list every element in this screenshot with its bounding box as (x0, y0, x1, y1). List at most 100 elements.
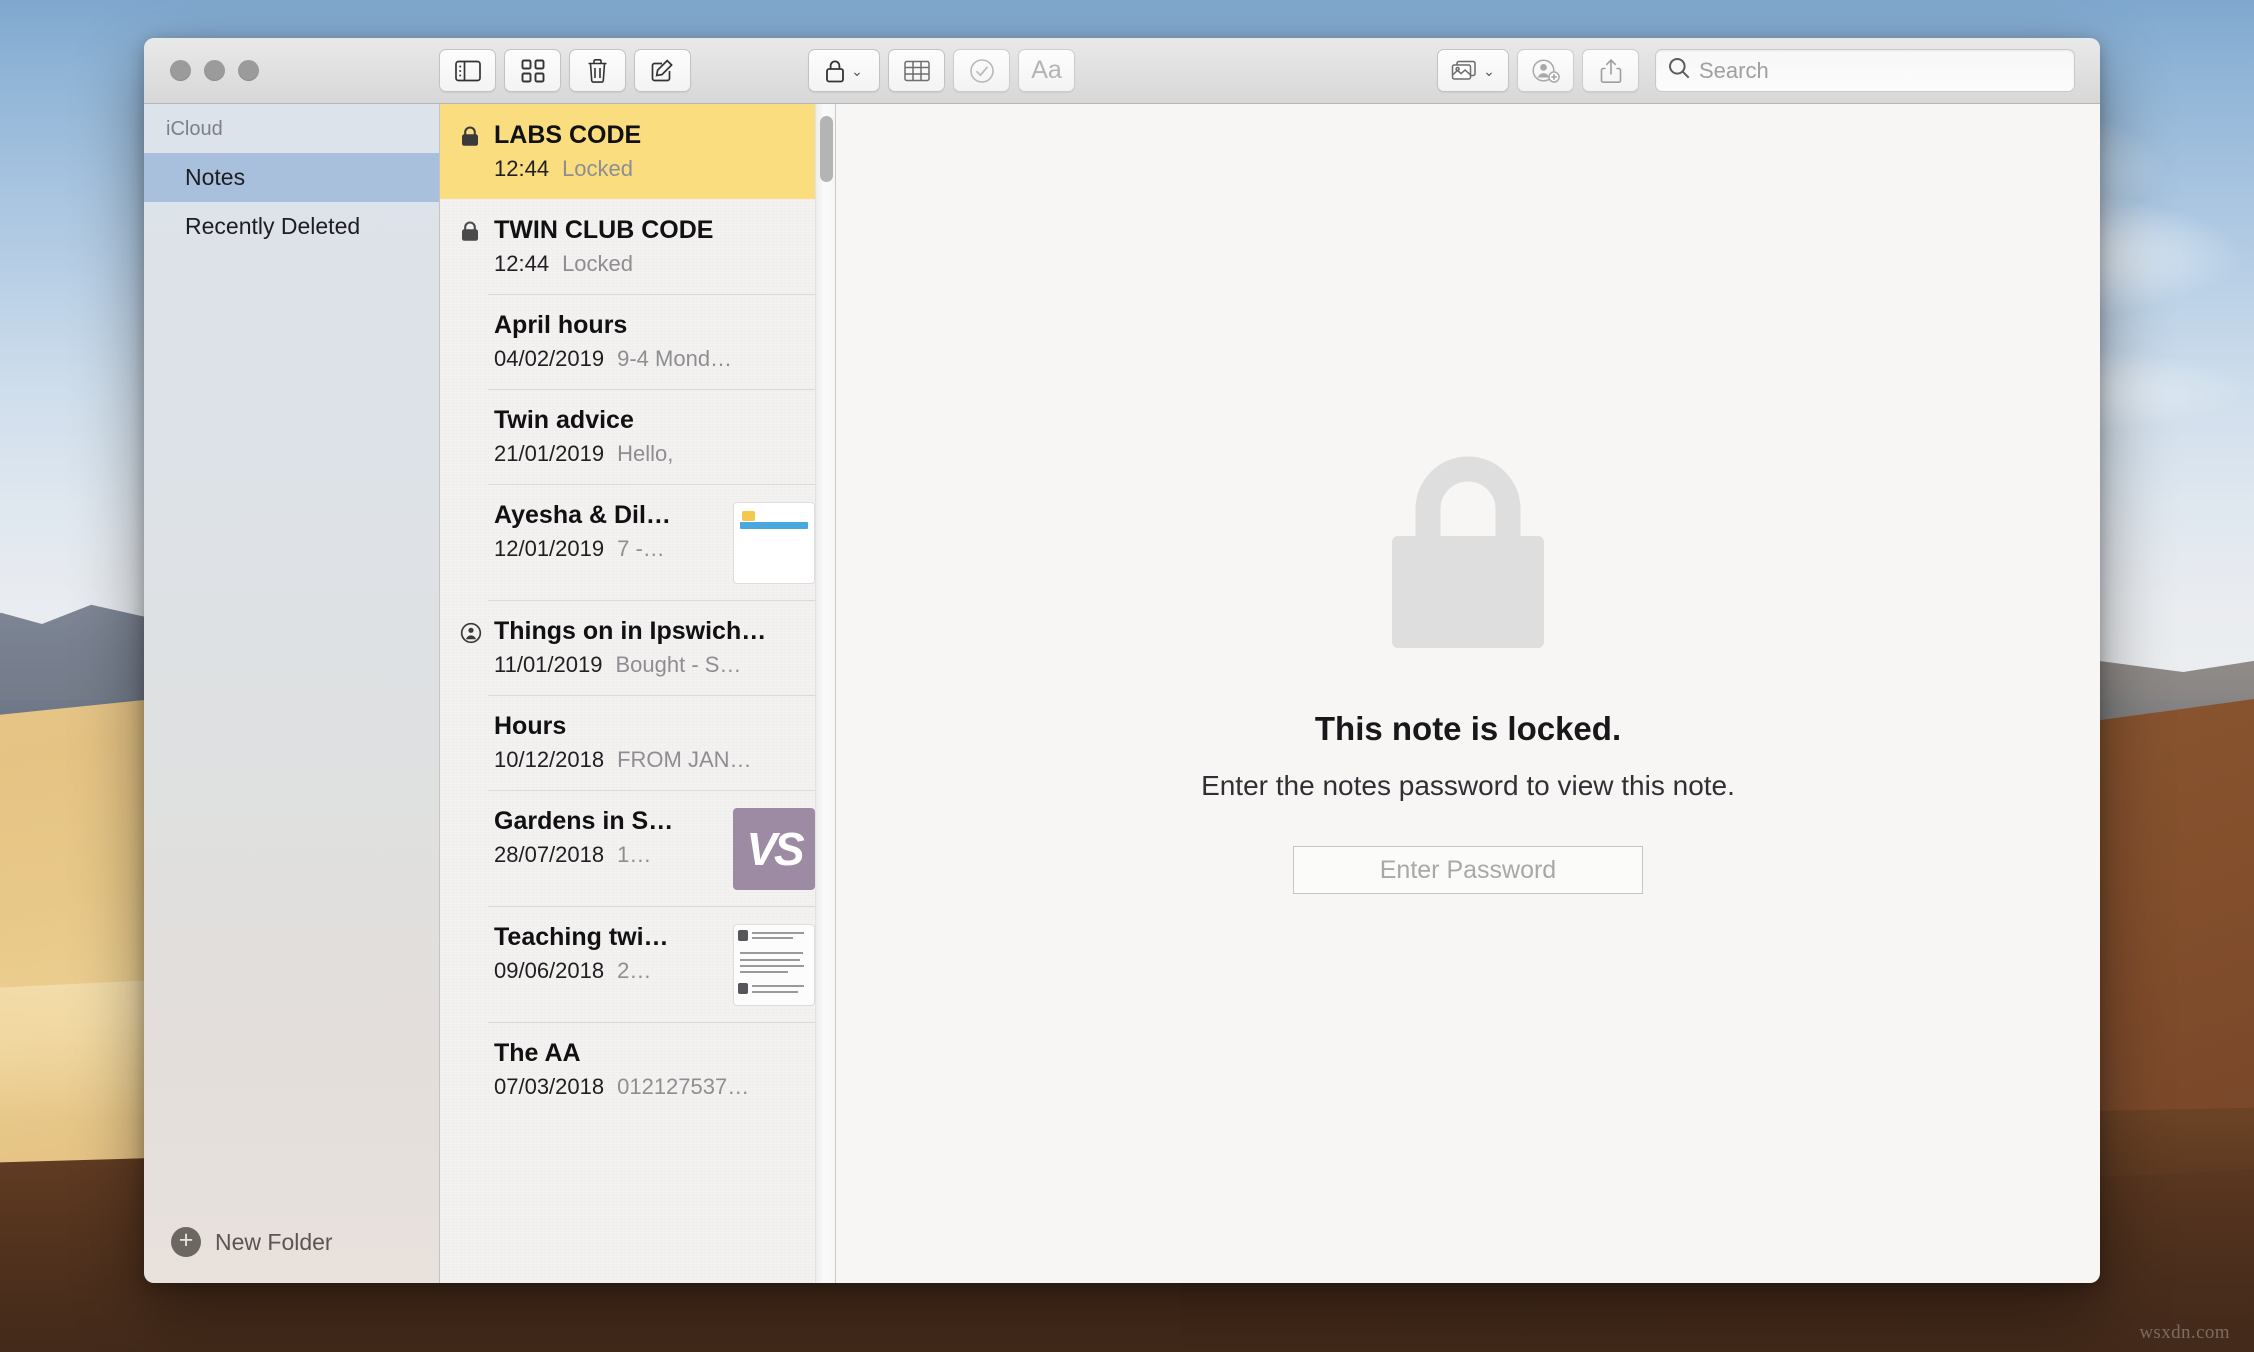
note-meta: 12:44 Locked (494, 251, 815, 277)
password-input[interactable]: Enter Password (1292, 846, 1643, 894)
note-date: 11/01/2019 (494, 651, 603, 677)
media-button[interactable]: ⌄ (1437, 49, 1509, 92)
search-placeholder: Search (1699, 57, 1769, 83)
note-meta: 12:44 Locked (494, 156, 815, 182)
note-list-item[interactable]: Ayesha & Dil… 12/01/2019 7 -… (440, 484, 835, 600)
note-date: 10/12/2018 (494, 746, 605, 772)
note-text: April hours 04/02/2019 9-4 Mond… (494, 310, 815, 372)
note-icon-none (460, 711, 494, 717)
lock-icon (825, 59, 845, 83)
note-snippet: Bought - S… (615, 651, 742, 677)
note-thumbnail (733, 502, 815, 584)
minimize-button[interactable] (204, 60, 225, 81)
desktop: wsxdn.com ⌄ Aa ⌄ Search iCloud Notes Rec… (0, 0, 2254, 1352)
note-title: Teaching twi… (494, 923, 669, 951)
lock-large-icon (1201, 453, 1735, 658)
table-icon (903, 60, 930, 82)
toolbar-group-edit: ⌄ Aa (808, 49, 1075, 92)
note-meta: 11/01/2019 Bought - S… (494, 652, 815, 678)
note-list-item[interactable]: TWIN CLUB CODE 12:44 Locked (440, 199, 835, 294)
note-icon-none (460, 806, 494, 812)
trash-icon (586, 58, 609, 84)
note-text: The AA 07/03/2018 012127537… (494, 1038, 815, 1100)
note-list-scrollbar[interactable] (815, 104, 835, 1283)
new-folder-button[interactable]: + New Folder (144, 1227, 439, 1283)
watermark: wsxdn.com (2139, 1322, 2230, 1343)
note-list-item[interactable]: Teaching twi… 09/06/2018 2… (440, 906, 835, 1022)
sidebar-toggle-icon (454, 60, 481, 82)
note-list-item[interactable]: Things on in Ipswich… 11/01/2019 Bought -… (440, 600, 835, 695)
password-placeholder: Enter Password (1379, 855, 1557, 884)
window-body: iCloud Notes Recently Deleted + New Fold… (144, 104, 2100, 1283)
note-meta: 10/12/2018 FROM JAN… (494, 747, 815, 773)
note-meta: 09/06/2018 2… (494, 958, 723, 984)
note-thumbnail (733, 924, 815, 1006)
sidebar-toggle-button[interactable] (439, 49, 496, 92)
note-date: 21/01/2019 (494, 440, 605, 466)
note-lock-icon (460, 215, 494, 243)
plus-icon: + (171, 1227, 201, 1257)
note-list[interactable]: LABS CODE 12:44 Locked TWIN CLUB CODE 12… (440, 104, 836, 1283)
note-editor: This note is locked. Enter the notes pas… (836, 104, 2100, 1283)
note-thumbnail: VS (733, 808, 815, 890)
note-meta: 12/01/2019 7 -… (494, 536, 723, 562)
note-list-item[interactable]: LABS CODE 12:44 Locked (440, 104, 835, 199)
note-date: 12:44 (494, 250, 550, 276)
compose-icon (650, 58, 675, 83)
note-list-item[interactable]: The AA 07/03/2018 012127537… (440, 1022, 835, 1117)
note-date: 04/02/2019 (494, 345, 605, 371)
note-title: Hours (494, 712, 567, 740)
close-button[interactable] (170, 60, 191, 81)
note-list-item[interactable]: Twin advice 21/01/2019 Hello, (440, 389, 835, 484)
zoom-button[interactable] (238, 60, 259, 81)
note-list-item[interactable]: Gardens in S… 28/07/2018 1… VS (440, 790, 835, 906)
note-snippet: Hello, (617, 440, 674, 466)
note-title: April hours (494, 311, 628, 339)
insert-table-button[interactable] (888, 49, 945, 92)
share-button[interactable] (1582, 49, 1639, 92)
note-text: Ayesha & Dil… 12/01/2019 7 -… (494, 500, 723, 562)
note-date: 12:44 (494, 155, 550, 181)
note-snippet: 1… (617, 841, 652, 867)
note-list-item[interactable]: April hours 04/02/2019 9-4 Mond… (440, 294, 835, 389)
sidebar: iCloud Notes Recently Deleted + New Fold… (144, 104, 440, 1283)
note-date: 07/03/2018 (494, 1073, 605, 1099)
note-snippet: 9-4 Mond… (617, 345, 733, 371)
note-snippet: Locked (562, 155, 634, 181)
note-text: Teaching twi… 09/06/2018 2… (494, 922, 723, 984)
chevron-down-icon: ⌄ (1483, 62, 1495, 79)
sidebar-item-notes[interactable]: Notes (144, 153, 439, 202)
note-meta: 04/02/2019 9-4 Mond… (494, 346, 815, 372)
locked-note-panel: This note is locked. Enter the notes pas… (1201, 453, 1735, 894)
note-snippet: Locked (562, 250, 634, 276)
locked-subtitle: Enter the notes password to view this no… (1201, 770, 1735, 801)
note-icon-none (460, 922, 494, 928)
note-title: The AA (494, 1039, 581, 1067)
window-controls[interactable] (170, 60, 259, 81)
compose-note-button[interactable] (634, 49, 691, 92)
new-folder-label: New Folder (215, 1228, 333, 1255)
format-text-button[interactable]: Aa (1018, 49, 1075, 92)
note-snippet: FROM JAN… (617, 746, 752, 772)
toolbar-group-share: ⌄ Search (1437, 49, 2100, 92)
checklist-button[interactable] (953, 49, 1010, 92)
sidebar-item-recently-deleted[interactable]: Recently Deleted (144, 202, 439, 251)
window-toolbar: ⌄ Aa ⌄ Search (144, 38, 2100, 104)
delete-note-button[interactable] (569, 49, 626, 92)
note-text: Things on in Ipswich… 11/01/2019 Bought -… (494, 616, 815, 678)
lock-note-button[interactable]: ⌄ (808, 49, 880, 92)
note-list-item[interactable]: Hours 10/12/2018 FROM JAN… (440, 695, 835, 790)
note-title: Things on in Ipswich… (494, 617, 767, 645)
share-icon (1600, 58, 1622, 84)
add-people-button[interactable] (1517, 49, 1574, 92)
chevron-down-icon: ⌄ (851, 62, 863, 79)
note-meta: 21/01/2019 Hello, (494, 441, 815, 467)
note-text: LABS CODE 12:44 Locked (494, 120, 815, 182)
search-icon (1668, 57, 1690, 84)
note-snippet: 7 -… (617, 535, 665, 561)
search-field[interactable]: Search (1655, 49, 2075, 92)
gallery-view-button[interactable] (504, 49, 561, 92)
scrollbar-thumb[interactable] (820, 116, 833, 182)
note-snippet: 012127537… (617, 1073, 750, 1099)
